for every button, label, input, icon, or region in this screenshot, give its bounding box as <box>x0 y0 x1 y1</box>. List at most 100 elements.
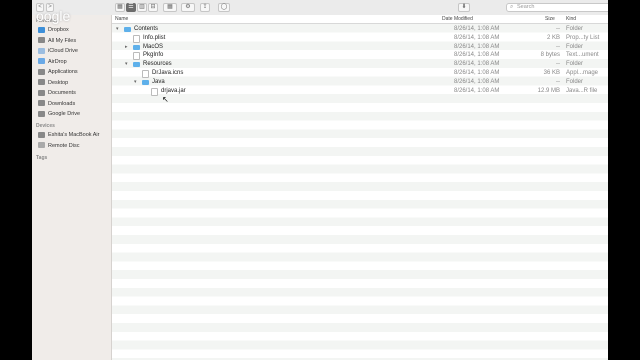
sidebar-item-label: Desktop <box>48 79 69 86</box>
column-header: Name Date Modified Size Kind <box>112 15 608 24</box>
disclosure-open-icon[interactable]: ▾ <box>125 60 128 69</box>
table-row[interactable]: ▾ Java 8/26/14, 1:08 AM -- Folder <box>112 78 608 87</box>
sidebar-item-airdrop[interactable]: AirDrop <box>38 57 110 67</box>
disclosure-closed-icon[interactable]: ▸ <box>125 43 128 52</box>
arrange-button[interactable]: ▦ <box>163 3 177 12</box>
table-row[interactable]: Info.plist 8/26/14, 1:08 AM 2 KB Prop...ty … <box>112 34 608 43</box>
file-name: MacOS <box>143 43 164 50</box>
table-row[interactable]: ▾ Contents 8/26/14, 1:08 AM -- Folder <box>112 25 608 34</box>
sidebar-item-label: All My Files <box>48 37 77 44</box>
sidebar-item-eshita-s-macbook-air[interactable]: Eshita's MacBook Air <box>38 130 110 140</box>
disclosure-open-icon[interactable]: ▾ <box>134 78 137 87</box>
file-date-modified: 8/26/14, 1:08 AM <box>454 70 500 76</box>
file-kind: Prop...ty List <box>566 34 600 41</box>
icon-view-button[interactable]: ▦ <box>115 3 125 12</box>
file-icon <box>151 87 158 96</box>
file-size: -- <box>556 78 560 85</box>
tag-button[interactable]: ◯ <box>218 3 230 12</box>
file-name: DrJava.icns <box>152 70 184 76</box>
search-placeholder: Search <box>517 4 535 10</box>
sidebar-item-documents[interactable]: Documents <box>38 88 110 98</box>
sidebar-item-dropbox[interactable]: Dropbox <box>38 25 110 35</box>
sidebar-item-all-my-files[interactable]: All My Files <box>38 36 110 46</box>
file-icon <box>133 52 140 61</box>
file-name: Contents <box>134 26 159 32</box>
column-date-modified[interactable]: Date Modified <box>442 16 473 22</box>
finder-window: < > ▦ ☰ ▥ ⊟ ▦ ⚙ ⇪ ◯ ⬇ ⌕ Search Favorites… <box>32 0 608 360</box>
sidebar-item-label: Eshita's MacBook Air <box>48 132 100 138</box>
desktop-icon <box>38 79 45 86</box>
file-date-modified: 8/26/14, 1:08 AM <box>454 52 500 59</box>
sidebar-item-applications[interactable]: Applications <box>38 67 110 77</box>
google-hangouts-logo: oogle <box>36 8 71 24</box>
laptop-icon <box>38 131 45 138</box>
applications-icon <box>38 68 45 75</box>
sidebar-item-icloud-drive[interactable]: iCloud Drive <box>38 46 110 56</box>
file-date-modified: 8/26/14, 1:08 AM <box>454 43 500 50</box>
mouse-cursor-icon: ↖ <box>162 95 169 104</box>
file-size: -- <box>556 26 560 32</box>
folder-icon <box>133 62 140 68</box>
file-size: -- <box>556 43 560 50</box>
dropbox-menu-button[interactable]: ⬇ <box>458 3 470 12</box>
toolbar: < > ▦ ☰ ▥ ⊟ ▦ ⚙ ⇪ ◯ ⬇ ⌕ Search <box>32 0 608 16</box>
google-drive-icon <box>38 110 45 117</box>
sidebar-item-label: Google Drive <box>48 111 81 117</box>
sidebar-item-label: Dropbox <box>48 27 69 33</box>
table-row[interactable]: ▾ Resources 8/26/14, 1:08 AM -- Folder <box>112 60 608 69</box>
table-row[interactable]: PkgInfo 8/26/14, 1:08 AM 8 bytes Text...ume… <box>112 51 608 61</box>
file-kind: Java...R file <box>566 87 598 94</box>
file-name: Info.plist <box>143 34 166 41</box>
share-button[interactable]: ⇪ <box>200 3 210 12</box>
column-kind[interactable]: Kind <box>566 16 576 22</box>
table-row[interactable]: DrJava.icns 8/26/14, 1:08 AM 36 KB Appl...m… <box>112 69 608 78</box>
file-date-modified: 8/26/14, 1:08 AM <box>454 34 500 41</box>
file-kind: Folder <box>566 61 584 68</box>
search-input[interactable]: ⌕ Search <box>506 3 608 12</box>
disc-icon <box>38 142 45 149</box>
table-row[interactable]: drjava.jar 8/26/14, 1:08 AM 12.9 MB Java...… <box>112 87 608 96</box>
file-date-modified: 8/26/14, 1:08 AM <box>454 26 500 32</box>
sidebar-item-google-drive[interactable]: Google Drive <box>38 109 110 119</box>
folder-icon <box>124 27 131 32</box>
file-kind: Appl...mage <box>566 70 599 76</box>
tags-heading: Tags <box>36 155 48 161</box>
file-kind: Text...ument <box>566 52 599 59</box>
column-size[interactable]: Size <box>545 16 555 22</box>
folder-icon <box>133 44 140 50</box>
sidebar-item-desktop[interactable]: Desktop <box>38 78 110 88</box>
list-view-button[interactable]: ☰ <box>126 3 136 12</box>
file-name: Resources <box>143 61 172 68</box>
action-gear-button[interactable]: ⚙ <box>181 3 195 12</box>
all-files-icon <box>38 37 45 44</box>
file-date-modified: 8/26/14, 1:08 AM <box>454 61 500 68</box>
table-row[interactable]: ▸ MacOS 8/26/14, 1:08 AM -- Folder <box>112 43 608 52</box>
file-date-modified: 8/26/14, 1:08 AM <box>454 87 500 94</box>
file-size: 2 KB <box>546 34 560 41</box>
sidebar-item-label: Remote Disc <box>48 142 80 149</box>
file-list: Name Date Modified Size Kind ▾ Contents 8/… <box>112 15 608 360</box>
sidebar-item-downloads[interactable]: Downloads <box>38 99 110 109</box>
devices-heading: Devices <box>36 123 55 129</box>
sidebar-item-label: AirDrop <box>48 58 67 65</box>
file-size: 12.9 MB <box>537 87 560 94</box>
folder-icon <box>142 79 149 85</box>
column-name[interactable]: Name <box>115 16 128 22</box>
file-icon <box>133 34 140 43</box>
file-kind: Folder <box>566 26 584 32</box>
sidebar-item-label: Applications <box>48 69 78 75</box>
file-name: Java <box>152 78 165 85</box>
cover-flow-button[interactable]: ⊟ <box>148 3 158 12</box>
file-size: 8 bytes <box>540 52 560 59</box>
documents-icon <box>38 89 45 96</box>
dropbox-icon <box>38 26 45 33</box>
airdrop-icon <box>38 58 45 65</box>
sidebar-item-remote-disc[interactable]: Remote Disc <box>38 141 110 151</box>
cloud-icon <box>38 47 45 54</box>
file-kind: Folder <box>566 43 584 50</box>
file-name: PkgInfo <box>143 52 164 59</box>
downloads-icon <box>38 100 45 107</box>
file-kind: Folder <box>566 78 584 85</box>
disclosure-open-icon[interactable]: ▾ <box>116 25 119 34</box>
column-view-button[interactable]: ▥ <box>137 3 147 12</box>
